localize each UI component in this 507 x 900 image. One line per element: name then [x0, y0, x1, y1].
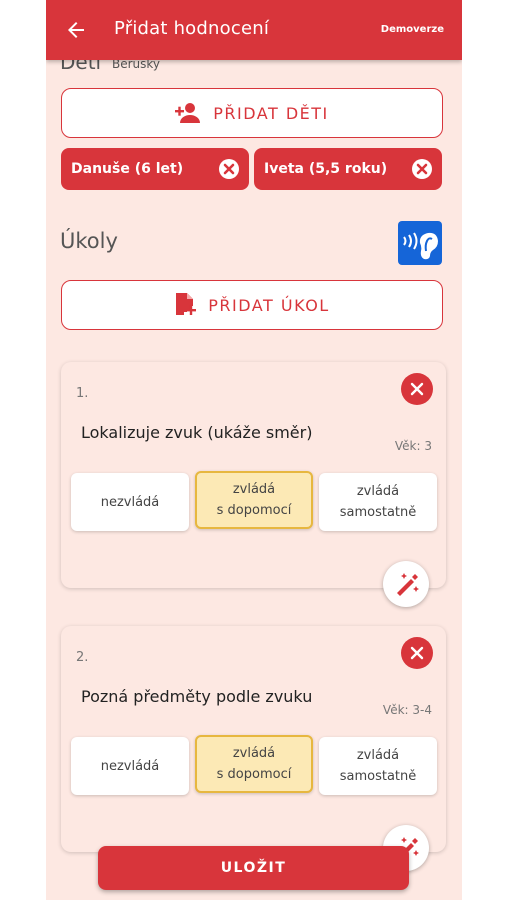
save-button[interactable]: ULOŽIT	[98, 846, 409, 890]
option-line: nezvládá	[100, 494, 160, 510]
remove-child-icon[interactable]	[219, 159, 239, 179]
add-file-icon	[176, 293, 197, 315]
option-line: nezvládá	[100, 758, 160, 774]
page-title: Přidat hodnocení	[114, 18, 270, 39]
remove-task-button[interactable]	[401, 637, 433, 669]
add-task-label: PŘIDAT ÚKOL	[208, 295, 330, 315]
option-line: samostatně	[339, 505, 417, 520]
close-icon	[410, 646, 424, 660]
child-chip-label: Iveta (5,5 roku)	[264, 161, 388, 177]
option-line: s dopomocí	[216, 503, 292, 518]
option-cannot-do[interactable]: nezvládá	[71, 473, 189, 531]
remove-task-button[interactable]	[401, 373, 433, 405]
tasks-label: Úkoly	[60, 229, 118, 253]
edit-magic-icon	[397, 573, 419, 596]
demo-badge: Demoverze	[380, 24, 444, 35]
option-independently[interactable]: zvládá samostatně	[319, 737, 437, 795]
child-chip: Danuše (6 let)	[61, 148, 249, 190]
task-number: 1.	[76, 386, 89, 401]
option-line: samostatně	[339, 769, 417, 784]
back-arrow-icon[interactable]	[64, 18, 88, 42]
option-line: zvládá	[232, 482, 276, 497]
add-children-label: PŘIDAT DĚTI	[213, 103, 329, 123]
task-title: Lokalizuje zvuk (ukáže směr)	[81, 423, 313, 442]
task-number: 2.	[76, 650, 89, 665]
task-card: 1. Lokalizuje zvuk (ukáže směr) Věk: 3 n…	[61, 362, 446, 607]
task-card: 2. Pozná předměty podle zvuku Věk: 3-4 n…	[61, 626, 446, 871]
task-title: Pozná předměty podle zvuku	[81, 687, 313, 706]
option-line: zvládá	[356, 484, 400, 499]
task-age: Věk: 3	[394, 439, 432, 453]
remove-child-icon[interactable]	[412, 159, 432, 179]
app-screen: Přidat hodnocení Demoverze Děti Berušky …	[46, 0, 462, 900]
option-cannot-do[interactable]: nezvládá	[71, 737, 189, 795]
add-person-icon	[175, 103, 201, 123]
add-task-button[interactable]: PŘIDAT ÚKOL	[61, 280, 443, 330]
child-chip-label: Danuše (6 let)	[71, 161, 184, 177]
add-children-button[interactable]: PŘIDAT DĚTI	[61, 88, 443, 138]
hearing-category-button[interactable]	[398, 221, 442, 265]
option-with-help[interactable]: zvládá s dopomocí	[195, 735, 313, 793]
option-independently[interactable]: zvládá samostatně	[319, 473, 437, 531]
edit-task-button[interactable]	[383, 561, 429, 607]
option-with-help[interactable]: zvládá s dopomocí	[195, 471, 313, 529]
option-line: zvládá	[232, 746, 276, 761]
option-line: zvládá	[356, 748, 400, 763]
option-line: s dopomocí	[216, 767, 292, 782]
child-chip: Iveta (5,5 roku)	[254, 148, 442, 190]
ear-sound-icon	[403, 232, 438, 260]
close-icon	[410, 382, 424, 396]
task-age: Věk: 3-4	[382, 703, 432, 717]
app-bar: Přidat hodnocení Demoverze	[46, 0, 462, 60]
